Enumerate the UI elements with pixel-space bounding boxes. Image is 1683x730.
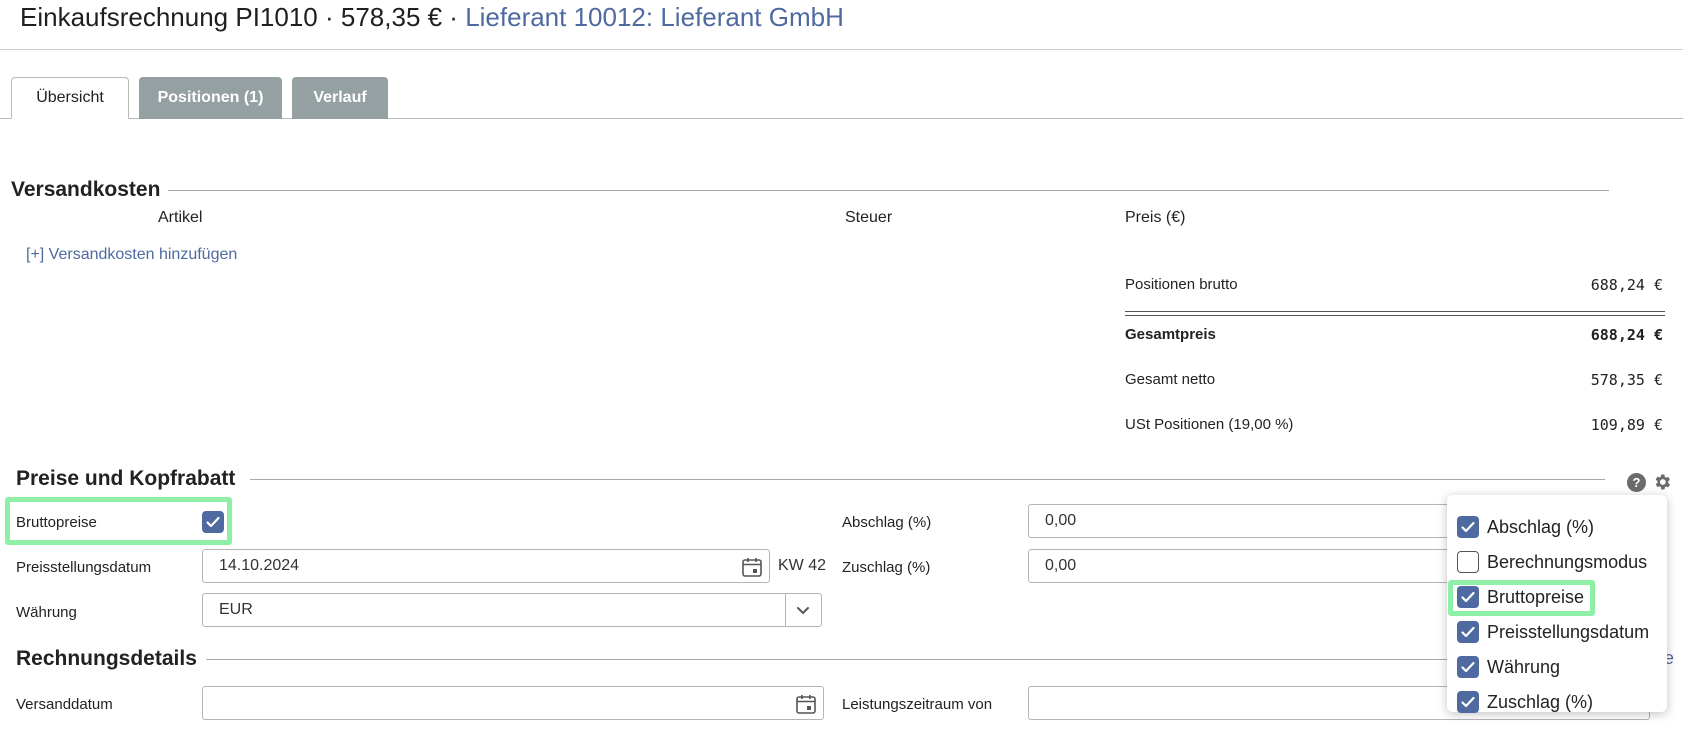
- supplier-link[interactable]: Lieferant 10012: Lieferant GmbH: [465, 2, 844, 32]
- total-gross-positions-value: 688,24 €: [1590, 276, 1663, 294]
- add-shipping-link[interactable]: [+] Versandkosten hinzufügen: [26, 246, 237, 264]
- brutto-label: Bruttopreise: [16, 514, 97, 531]
- tab-positions-label: Positionen (1): [157, 89, 264, 106]
- currency-select[interactable]: EUR: [202, 593, 822, 627]
- menu-checkbox-surcharge[interactable]: [1457, 691, 1479, 713]
- check-icon: [1461, 661, 1475, 673]
- total-net-value: 578,35 €: [1590, 371, 1663, 389]
- tab-positions[interactable]: Positionen (1): [139, 77, 282, 119]
- total-net-label: Gesamt netto: [1125, 371, 1216, 388]
- invoice-title: Einkaufsrechnung PI1010 · 578,35 € ·: [20, 2, 466, 32]
- gear-icon[interactable]: [1652, 472, 1672, 492]
- vat-positions-value: 109,89 €: [1590, 416, 1663, 434]
- ship-date-input[interactable]: [202, 686, 824, 720]
- currency-value: EUR: [219, 601, 253, 618]
- menu-checkbox-price-date[interactable]: [1457, 621, 1479, 643]
- check-icon: [1461, 696, 1475, 708]
- menu-item-discount[interactable]: Abschlag (%): [1457, 514, 1594, 540]
- total-gross-positions-label: Positionen brutto: [1125, 276, 1238, 293]
- currency-label: Währung: [16, 604, 77, 621]
- menu-label-price-date: Preisstellungsdatum: [1487, 621, 1650, 642]
- help-icon[interactable]: ?: [1627, 473, 1646, 492]
- page-title: Einkaufsrechnung PI1010 · 578,35 € · Lie…: [20, 2, 844, 33]
- menu-label-discount: Abschlag (%): [1487, 516, 1595, 537]
- prices-section-title: Preise und Kopfrabatt: [16, 467, 236, 490]
- menu-brutto-highlight: [1448, 580, 1595, 616]
- prices-section-rule: [250, 479, 1605, 480]
- brutto-checkbox[interactable]: [202, 511, 224, 533]
- menu-checkbox-discount[interactable]: [1457, 516, 1479, 538]
- surcharge-value: 0,00: [1045, 557, 1077, 574]
- discount-label: Abschlag (%): [842, 514, 932, 531]
- period-from-label: Leistungszeitraum von: [842, 696, 993, 713]
- chevron-down-icon[interactable]: [795, 602, 811, 618]
- menu-checkbox-currency[interactable]: [1457, 656, 1479, 678]
- menu-item-calculation-mode[interactable]: Berechnungsmodus: [1457, 549, 1647, 575]
- calendar-icon[interactable]: [795, 693, 817, 715]
- check-icon: [1461, 626, 1475, 638]
- vat-positions-label: USt Positionen (19,00 %): [1125, 416, 1294, 433]
- calendar-week: KW 42: [778, 557, 827, 574]
- shipping-section-title: Versandkosten: [11, 178, 161, 201]
- column-price: Preis (€): [1125, 209, 1186, 226]
- surcharge-label: Zuschlag (%): [842, 559, 931, 576]
- price-date-input[interactable]: 14.10.2024: [202, 549, 770, 583]
- price-date-label: Preisstellungsdatum: [16, 559, 152, 576]
- column-tax: Steuer: [845, 209, 893, 226]
- title-divider: [0, 49, 1683, 50]
- calendar-icon[interactable]: [741, 556, 763, 578]
- tab-history-label: Verlauf: [313, 89, 367, 106]
- column-article: Artikel: [158, 209, 203, 226]
- totals-double-rule: [1125, 311, 1665, 316]
- discount-value: 0,00: [1045, 512, 1077, 529]
- menu-label-surcharge: Zuschlag (%): [1487, 691, 1594, 712]
- tab-history[interactable]: Verlauf: [292, 77, 388, 119]
- menu-item-price-date[interactable]: Preisstellungsdatum: [1457, 619, 1649, 645]
- menu-checkbox-calculation-mode[interactable]: [1457, 551, 1479, 573]
- check-icon: [206, 516, 220, 528]
- invoice-details-rule: [206, 659, 1606, 660]
- total-price-value: 688,24 €: [1590, 326, 1663, 344]
- column-visibility-menu: Abschlag (%) Berechnungsmodus Bruttoprei…: [1447, 495, 1667, 715]
- invoice-details-title: Rechnungsdetails: [16, 647, 197, 670]
- price-date-value: 14.10.2024: [219, 557, 300, 574]
- shipping-section-rule: [168, 190, 1609, 191]
- tab-overview[interactable]: Übersicht: [11, 77, 129, 119]
- total-price-label: Gesamtpreis: [1125, 326, 1216, 343]
- tab-overview-label: Übersicht: [36, 89, 104, 106]
- check-icon: [1461, 521, 1475, 533]
- menu-item-surcharge[interactable]: Zuschlag (%): [1457, 689, 1593, 715]
- ship-date-label: Versanddatum: [16, 696, 113, 713]
- menu-label-calculation-mode: Berechnungsmodus: [1487, 551, 1648, 572]
- menu-item-currency[interactable]: Währung: [1457, 654, 1560, 680]
- select-separator: [785, 594, 786, 626]
- menu-label-currency: Währung: [1487, 656, 1561, 677]
